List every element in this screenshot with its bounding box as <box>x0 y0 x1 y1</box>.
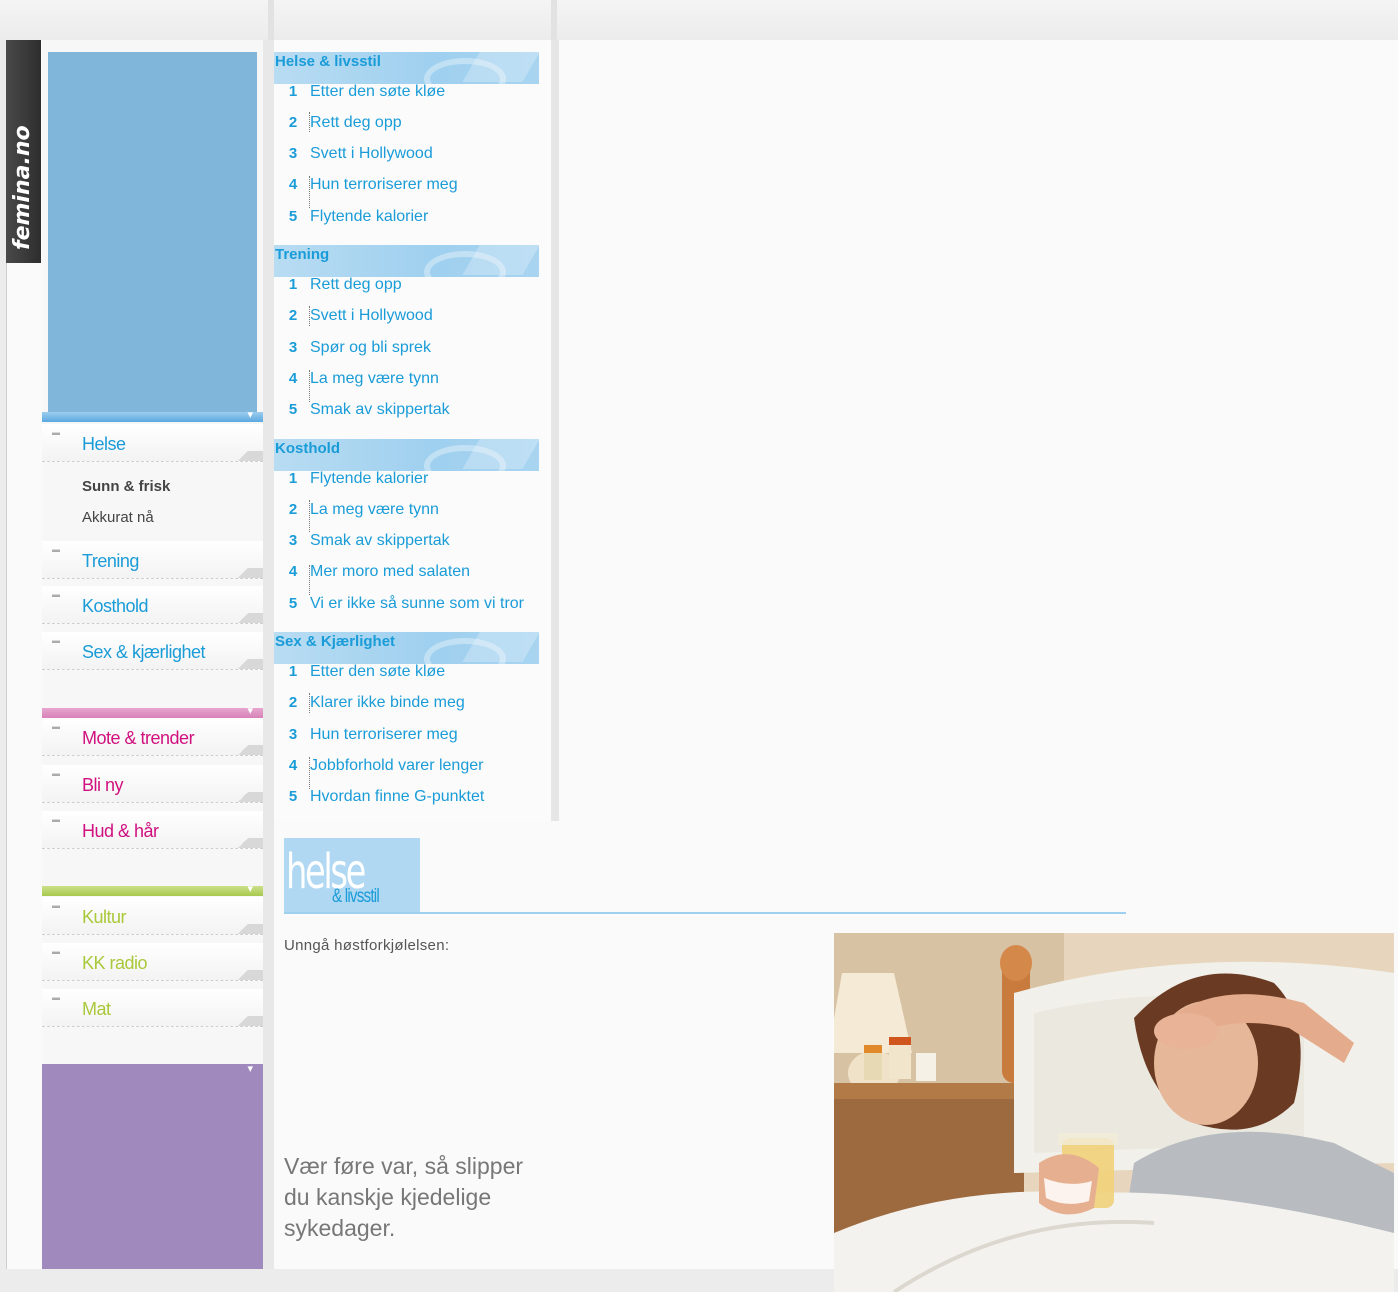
list-item[interactable]: 5 Vi er ikke så sunne som vi tror <box>274 592 539 618</box>
bullet-icon: ▬ <box>52 947 60 956</box>
pink-section-band <box>42 704 263 718</box>
list-item[interactable]: 3 Hun terroriserer meg <box>274 723 539 749</box>
bullet-icon: ▬ <box>52 769 60 778</box>
list-item[interactable]: 5 Hvordan finne G-punktet <box>274 785 539 811</box>
article-photo[interactable] <box>834 933 1394 1292</box>
article-lead[interactable]: Vær føre var, så slipper du kanskje kjed… <box>284 1151 544 1244</box>
ad-banner-top[interactable] <box>48 52 257 412</box>
list-item[interactable]: 4 Jobbforhold varer lenger <box>274 754 539 780</box>
list-item[interactable]: 3 Svett i Hollywood <box>274 142 539 168</box>
sidebar-item-trening[interactable]: ▬ Trening <box>42 541 263 579</box>
bullet-icon: ▬ <box>52 901 60 910</box>
sidebar-item-sex-kjaerlighet[interactable]: ▬ Sex & kjærlighet <box>42 632 263 670</box>
sidebar-item-kultur[interactable]: ▬ Kultur <box>42 897 263 935</box>
sidebar-item-bli-ny[interactable]: ▬ Bli ny <box>42 765 263 803</box>
bullet-icon: ▬ <box>52 993 60 1002</box>
bullet-icon: ▬ <box>52 636 60 645</box>
bullet-icon: ▬ <box>52 590 60 599</box>
sidebar-item-kosthold[interactable]: ▬ Kosthold <box>42 586 263 624</box>
sidebar-item-mote-trender[interactable]: ▬ Mote & trender <box>42 718 263 756</box>
list-item[interactable]: 1 Etter den søte kløe <box>274 660 539 686</box>
list-item[interactable]: 5 Smak av skippertak <box>274 398 539 424</box>
list-item[interactable]: 4 La meg være tynn <box>274 367 539 393</box>
list-item[interactable]: 5 Flytende kalorier <box>274 205 539 231</box>
blue-section-band <box>42 408 263 422</box>
femina-tab[interactable]: femina.no <box>6 40 41 263</box>
page: femina.no ▬ Helse Sunn & frisk Akkurat n… <box>0 0 1398 1292</box>
list-item[interactable]: 4 Mer moro med salaten <box>274 560 539 586</box>
bullet-icon: ▬ <box>52 815 60 824</box>
green-section-band <box>42 882 263 896</box>
section-divider <box>284 912 1126 914</box>
top-bar <box>0 0 1398 40</box>
list-item[interactable]: 2 Rett deg opp <box>274 111 539 137</box>
list-item[interactable]: 1 Rett deg opp <box>274 273 539 299</box>
article-intro: Unngå høstforkjølelsen: <box>284 937 450 954</box>
sidebar-item-hud-har[interactable]: ▬ Hud & hår <box>42 811 263 849</box>
sidebar-subitem-sunn-frisk[interactable]: Sunn & frisk <box>82 478 170 495</box>
list-item[interactable]: 4 Hun terroriserer meg <box>274 173 539 199</box>
list-item[interactable]: 2 Klarer ikke binde meg <box>274 691 539 717</box>
bullet-icon: ▬ <box>52 722 60 731</box>
sidebar-item-mat[interactable]: ▬ Mat <box>42 989 263 1027</box>
sidebar-item-helse[interactable]: ▬ Helse <box>42 424 263 462</box>
femina-logo: femina.no <box>10 125 35 250</box>
sick-woman-in-bed-image <box>834 933 1394 1292</box>
list-item[interactable]: 3 Smak av skippertak <box>274 529 539 555</box>
ad-banner-bottom[interactable] <box>42 1062 263 1269</box>
sidebar-subitem-akkurat-na[interactable]: Akkurat nå <box>82 509 154 526</box>
list-item[interactable]: 1 Flytende kalorier <box>274 467 539 493</box>
sidebar-item-kk-radio[interactable]: ▬ KK radio <box>42 943 263 981</box>
list-item[interactable]: 3 Spør og bli sprek <box>274 336 539 362</box>
list-item[interactable]: 1 Etter den søte kløe <box>274 80 539 106</box>
bullet-icon: ▬ <box>52 545 60 554</box>
list-item[interactable]: 2 Svett i Hollywood <box>274 304 539 330</box>
list-item[interactable]: 2 La meg være tynn <box>274 498 539 524</box>
bullet-icon: ▬ <box>52 428 60 437</box>
helse-livsstil-logo[interactable]: helse & livsstil <box>284 838 420 913</box>
